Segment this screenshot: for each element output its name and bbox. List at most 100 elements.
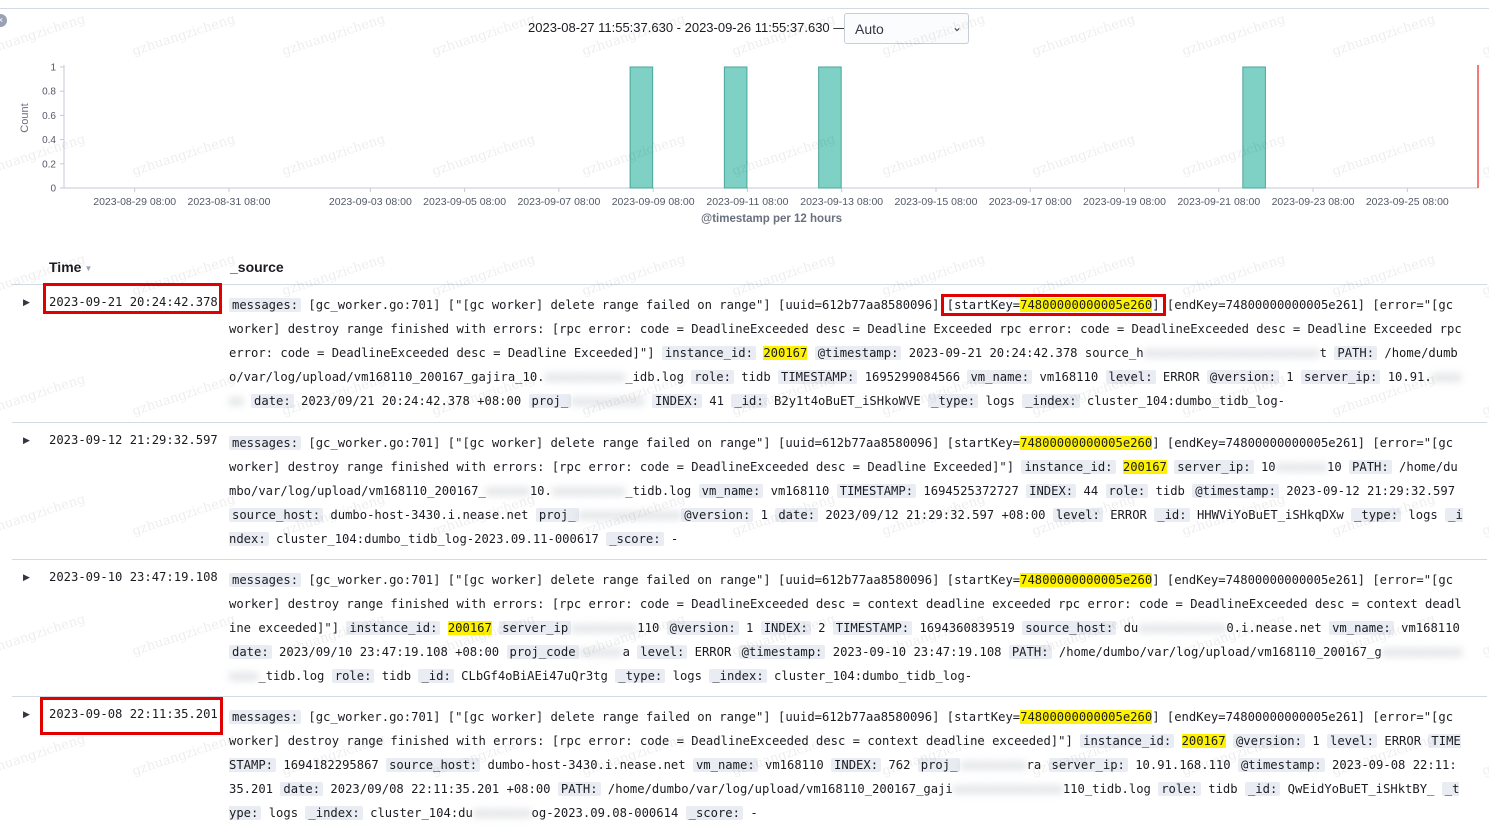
field-value: 1 bbox=[1304, 734, 1327, 748]
field-key: _id: bbox=[1244, 782, 1281, 796]
interval-select[interactable]: Auto ⌄ bbox=[844, 13, 969, 44]
y-tick-label: 0.2 bbox=[42, 159, 56, 170]
field-key: @version: bbox=[1206, 370, 1279, 384]
expand-row-icon[interactable]: ▶ bbox=[23, 572, 30, 583]
field-value: logs bbox=[665, 669, 710, 683]
field-value: dumbo-host-3430.i.nease.net bbox=[323, 508, 536, 522]
field-value: _tidb.log bbox=[625, 484, 699, 498]
field-key: PATH: bbox=[1349, 460, 1392, 474]
time-cell: 2023-09-12 21:29:32.597 bbox=[49, 433, 218, 447]
field-key: source_host: bbox=[229, 508, 324, 522]
field-value: vm168110 bbox=[1393, 621, 1460, 635]
field-value: vm168110 bbox=[763, 484, 837, 498]
column-header-time[interactable]: Time ▼ bbox=[49, 259, 92, 275]
field-value: 10.91.168.110 bbox=[1127, 758, 1238, 772]
start-key-marked: [startKey=74800000000005e260] bbox=[947, 298, 1160, 312]
interval-value: Auto bbox=[855, 21, 884, 37]
time-cell: 2023-09-21 20:24:42.378 bbox=[49, 295, 218, 309]
field-value: 10 bbox=[1327, 460, 1342, 474]
field-value: vm168110 bbox=[757, 758, 832, 772]
x-tick-label: 2023-09-05 08:00 bbox=[423, 196, 506, 208]
search-highlight: 200167 bbox=[1122, 460, 1167, 474]
search-highlight: 74800000000005e260 bbox=[1020, 710, 1153, 724]
redacted-value: xxxxxxxxxxxxxxx bbox=[952, 782, 1063, 796]
field-key: _index: bbox=[709, 669, 767, 683]
histogram-chart[interactable]: 0 0.2 0.4 0.6 0.8 1 2023-08-29 08:00 2023-08-31… bbox=[0, 50, 1489, 210]
x-tick-label: 2023-09-15 08:00 bbox=[895, 196, 978, 208]
chevron-down-icon: ⌄ bbox=[951, 20, 962, 34]
field-value: - bbox=[663, 532, 679, 546]
field-value: 2023/09/12 21:29:32.597 +08:00 bbox=[818, 508, 1053, 522]
expand-row-icon[interactable]: ▶ bbox=[23, 709, 30, 720]
field-value: a bbox=[622, 645, 638, 659]
search-highlight: 74800000000005e260 bbox=[1020, 298, 1153, 312]
field-value: 1695299084566 bbox=[857, 370, 968, 384]
field-key: _score: bbox=[685, 806, 743, 820]
search-highlight: 200167 bbox=[1181, 734, 1226, 748]
redacted-value: xxxxxxxxxxxx bbox=[1138, 621, 1227, 635]
sort-down-icon[interactable]: ▼ bbox=[84, 264, 92, 273]
field-key: _type: bbox=[615, 669, 666, 683]
field-key: @version: bbox=[681, 508, 754, 522]
field-key: proj_ bbox=[535, 508, 579, 522]
source-cell: messages: [gc_worker.go:701] ["[gc worke… bbox=[229, 568, 1464, 688]
field-value: ra bbox=[1026, 758, 1049, 772]
field-value: 1694182295867 bbox=[276, 758, 387, 772]
redacted-value: xxxxxxxxxxx bbox=[544, 370, 626, 384]
field-key: date: bbox=[251, 394, 294, 408]
field-value: og-2023.09.08-000614 bbox=[531, 806, 686, 820]
field-key: INDEX: bbox=[1026, 484, 1077, 498]
field-key: instance_id: bbox=[1021, 460, 1116, 474]
field-key: INDEX: bbox=[651, 394, 702, 408]
field-key: _type: bbox=[1351, 508, 1402, 522]
field-value: cluster_104:du bbox=[362, 806, 473, 820]
field-key: INDEX: bbox=[760, 621, 811, 635]
field-value: logs bbox=[1401, 508, 1446, 522]
y-tick-label: 1 bbox=[50, 63, 56, 74]
field-key: PATH: bbox=[1008, 645, 1052, 659]
field-value: [gc_worker.go:701] ["[gc worker] delete … bbox=[301, 710, 1021, 724]
field-key: instance_id: bbox=[346, 621, 441, 635]
source-cell: messages: [gc_worker.go:701] ["[gc worke… bbox=[229, 293, 1464, 413]
field-key: @timestamp: bbox=[814, 346, 902, 360]
histogram-bar bbox=[818, 66, 842, 189]
field-key: @timestamp: bbox=[1192, 484, 1279, 498]
redacted-value: xxxxxx bbox=[578, 645, 623, 659]
column-header-source: _source bbox=[230, 259, 284, 275]
time-range-label[interactable]: 2023-08-27 11:55:37.630 - 2023-09-26 11:… bbox=[528, 20, 846, 35]
field-key: _score: bbox=[606, 532, 664, 546]
y-tick-label: 0.4 bbox=[42, 135, 56, 146]
field-value: [gc_worker.go:701] ["[gc worker] delete … bbox=[301, 573, 1021, 587]
expand-row-icon[interactable]: ▶ bbox=[23, 297, 30, 308]
field-key: server_ip: bbox=[1048, 758, 1128, 772]
field-key: _index: bbox=[305, 806, 363, 820]
field-value: tidb bbox=[1148, 484, 1193, 498]
field-key: proj_ bbox=[528, 394, 572, 408]
field-value: ERROR bbox=[1102, 508, 1155, 522]
close-icon[interactable]: × bbox=[0, 14, 7, 27]
field-value: 762 bbox=[881, 758, 918, 772]
field-key: server_ip: bbox=[1174, 460, 1254, 474]
redacted-value: xxxxxxx bbox=[1275, 460, 1327, 474]
field-key: date: bbox=[280, 782, 324, 796]
field-value: 10 bbox=[1253, 460, 1276, 474]
field-value: 1694360839519 bbox=[912, 621, 1023, 635]
field-key: TIMESTAMP: bbox=[778, 370, 858, 384]
field-value: 0.i.nease.net bbox=[1226, 621, 1330, 635]
field-value: 2023/09/21 20:24:42.378 +08:00 bbox=[293, 394, 529, 408]
source-cell: messages: [gc_worker.go:701] ["[gc worke… bbox=[229, 431, 1464, 551]
x-tick-label: 2023-08-31 08:00 bbox=[188, 196, 271, 208]
y-tick-label: 0.6 bbox=[42, 111, 56, 122]
field-value: tidb bbox=[1200, 782, 1245, 796]
x-tick-label: 2023-09-07 08:00 bbox=[517, 196, 600, 208]
field-key: vm_name: bbox=[692, 758, 758, 772]
field-key: proj_code bbox=[506, 645, 579, 659]
column-header-time-label: Time bbox=[49, 259, 82, 275]
time-cell: 2023-09-10 23:47:19.108 bbox=[49, 570, 218, 584]
field-key: PATH: bbox=[1334, 346, 1378, 360]
field-value: ERROR bbox=[1155, 370, 1207, 384]
field-key: _index: bbox=[1022, 394, 1080, 408]
field-key: TIMESTAMP: bbox=[832, 621, 913, 635]
x-tick-label: 2023-09-23 08:00 bbox=[1272, 196, 1355, 208]
expand-row-icon[interactable]: ▶ bbox=[23, 435, 30, 446]
